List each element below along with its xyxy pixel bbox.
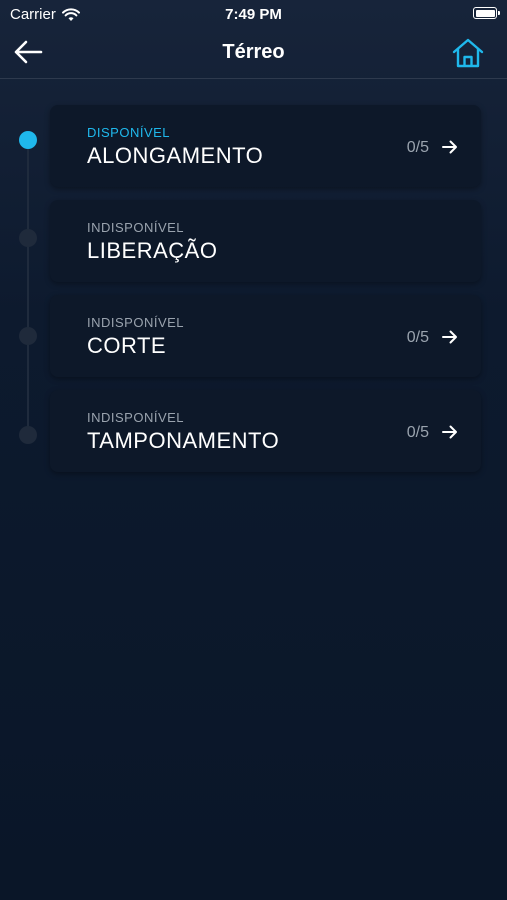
step-status: DISPONÍVEL — [87, 125, 171, 140]
step-indicator — [19, 229, 37, 247]
battery-icon — [473, 7, 500, 19]
step-status: INDISPONÍVEL — [87, 315, 185, 330]
step-progress: 0/5 — [406, 424, 429, 441]
step-indicator — [19, 327, 37, 345]
timeline-line — [27, 140, 29, 436]
clock: 7:49 PM — [225, 6, 282, 23]
step-indicator-active — [19, 131, 37, 149]
status-bar: Carrier 7:49 PM — [0, 0, 507, 28]
step-card-corte[interactable]: INDISPONÍVEL CORTE 0/5 — [50, 295, 481, 377]
arrow-right-icon[interactable] — [441, 328, 459, 346]
page-title: Térreo — [222, 41, 285, 63]
step-progress: 0/5 — [406, 329, 429, 346]
step-title: ALONGAMENTO — [87, 143, 264, 168]
step-title: LIBERAÇÃO — [87, 238, 218, 263]
arrow-right-icon[interactable] — [441, 423, 459, 441]
step-title: TAMPONAMENTO — [87, 428, 280, 453]
step-card-alongamento[interactable]: DISPONÍVEL ALONGAMENTO 0/5 — [50, 105, 481, 187]
home-icon[interactable] — [451, 37, 485, 69]
step-status: INDISPONÍVEL — [87, 410, 185, 425]
step-indicator — [19, 426, 37, 444]
step-title: CORTE — [87, 333, 167, 358]
step-card-liberacao[interactable]: INDISPONÍVEL LIBERAÇÃO — [50, 200, 481, 282]
nav-bar: Térreo — [0, 28, 507, 79]
step-progress: 0/5 — [406, 139, 429, 156]
arrow-right-icon[interactable] — [441, 138, 459, 156]
step-status: INDISPONÍVEL — [87, 220, 185, 235]
step-card-tamponamento[interactable]: INDISPONÍVEL TAMPONAMENTO 0/5 — [50, 390, 481, 472]
